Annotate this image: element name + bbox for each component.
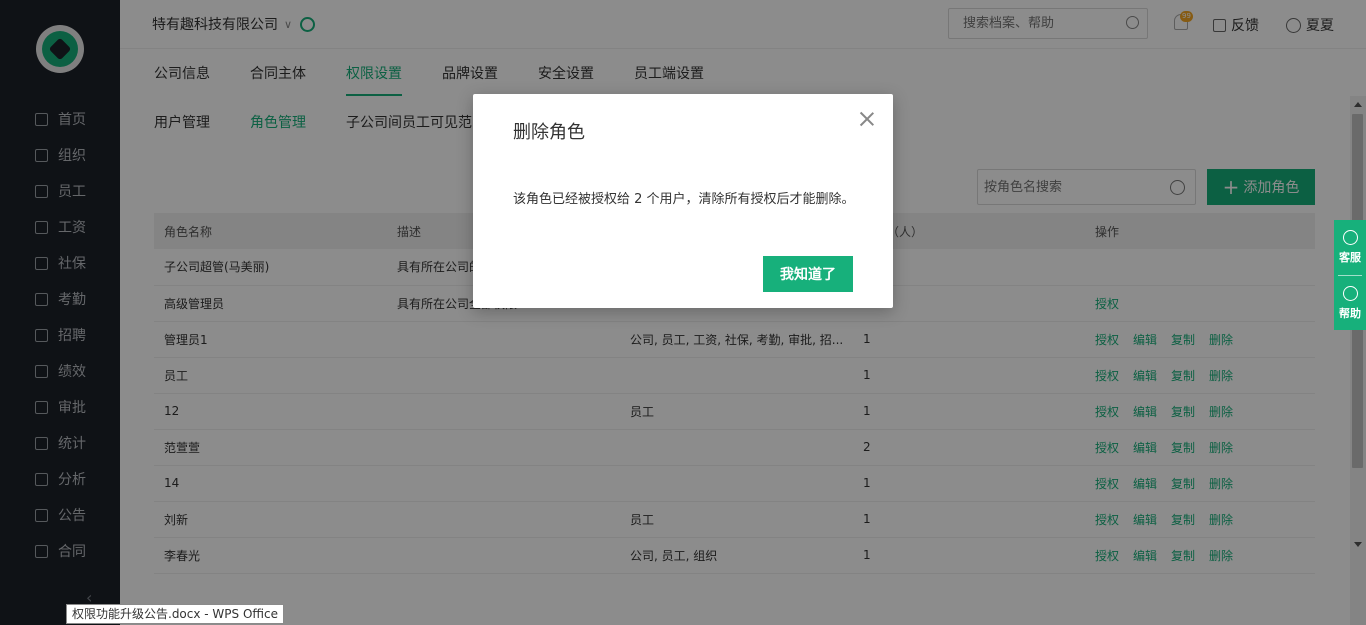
headset-icon [1342, 230, 1358, 245]
customer-service-label: 客服 [1339, 251, 1361, 264]
customer-service-button[interactable]: 客服 [1334, 220, 1366, 275]
acknowledge-button[interactable]: 我知道了 [763, 256, 853, 292]
dialog-message: 该角色已经被授权给 2 个用户，清除所有授权后才能删除。 [513, 192, 855, 207]
side-float-panel: 客服 帮助 [1334, 220, 1366, 330]
taskbar-tooltip: 权限功能升级公告.docx - WPS Office [66, 604, 284, 624]
delete-role-dialog: 删除角色 该角色已经被授权给 2 个用户，清除所有授权后才能删除。 我知道了 [473, 94, 893, 308]
dialog-title: 删除角色 [513, 122, 585, 143]
close-icon[interactable] [860, 112, 874, 126]
help-button[interactable]: 帮助 [1334, 276, 1366, 331]
compass-icon [1342, 286, 1358, 301]
help-label: 帮助 [1339, 307, 1361, 320]
